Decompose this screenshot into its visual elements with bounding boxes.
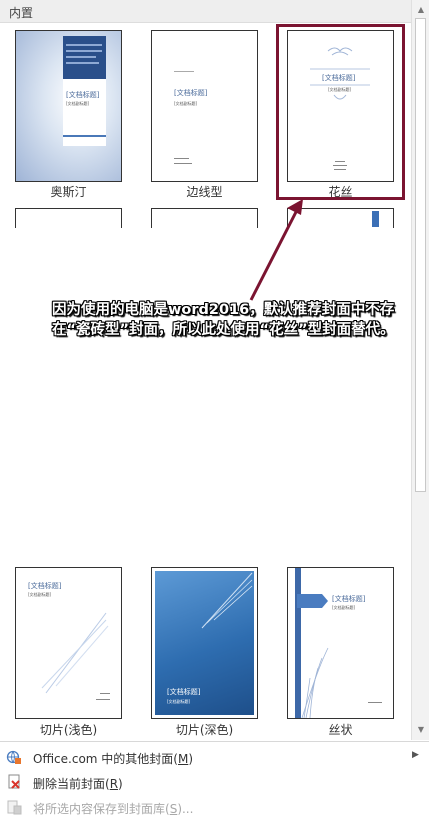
cover-caption-slice-dark: 切片(深色) (175, 723, 234, 737)
menu-item-save-to-gallery[interactable]: 将所选内容保存到封面库(S)... (0, 796, 429, 818)
menu-item-label: 将所选内容保存到封面库(S)... (33, 802, 194, 816)
cover-caption-austin: 奥斯汀 (50, 185, 87, 199)
cover-caption-sideline: 边线型 (186, 185, 223, 199)
vertical-scrollbar[interactable]: ▲ ▼ (411, 0, 429, 740)
cover-title-text: [文档标题] (167, 688, 201, 696)
annotation-note: 因为使用的电脑是word2016，默认推荐封面中不存在“瓷砖型”封面，所以此处使… (52, 302, 395, 338)
menu-item-label: Office.com 中的其他封面(M) (33, 752, 194, 766)
cover-title-text: [文档标题] (28, 582, 62, 590)
cover-thumb-slice-dark[interactable]: [文档标题] [文档副标题] (151, 567, 258, 719)
cover-subtitle-text: [文档副标题] (174, 101, 198, 106)
submenu-arrow-icon: ▶ (412, 750, 419, 760)
cover-caption-slice-light: 切片(浅色) (39, 723, 98, 737)
menu-item-delete-cover[interactable]: 删除当前封面(R) (0, 771, 429, 793)
scrollbar-thumb[interactable] (415, 18, 426, 492)
scroll-down-arrow-icon[interactable]: ▼ (412, 722, 429, 738)
cover-subtitle-text: [文档副标题] (332, 605, 356, 610)
cover-thumb-slice-light[interactable]: [文档标题] [文档副标题] (15, 567, 122, 719)
delete-page-icon (8, 774, 20, 789)
cover-title-text: [文档标题] (66, 91, 100, 99)
menu-item-more-covers-online[interactable]: Office.com 中的其他封面(M) ▶ (0, 746, 429, 768)
gallery-section-title: 内置 (9, 6, 34, 20)
cover-subtitle-text: [文档副标题] (28, 592, 52, 597)
menu-item-label: 删除当前封面(R) (33, 777, 123, 791)
cover-menu: Office.com 中的其他封面(M) ▶ 删除当前封面(R) 将所选内容保存… (0, 741, 429, 822)
cover-subtitle-text: [文档副标题] (167, 699, 191, 704)
cover-thumb-sideline[interactable]: [文档标题] [文档副标题] (151, 30, 258, 182)
office-globe-icon (6, 750, 21, 764)
cover-caption-wisp: 丝状 (328, 723, 353, 737)
cover-title-text: [文档标题] (174, 89, 208, 97)
gallery-header: 内置 (0, 0, 429, 23)
cover-title-text: [文档标题] (332, 595, 366, 603)
cover-thumb-row2-3[interactable] (287, 208, 394, 228)
cover-thumb-row2-1[interactable] (15, 208, 122, 228)
cover-thumb-wisp[interactable]: [文档标题] [文档副标题] (287, 567, 394, 719)
highlight-box (276, 24, 405, 200)
scroll-up-arrow-icon[interactable]: ▲ (412, 2, 429, 18)
save-selection-icon (7, 800, 22, 815)
cover-thumb-austin[interactable]: [文档标题] [文档副标题] (15, 30, 122, 182)
cover-subtitle-text: [文档副标题] (66, 101, 90, 106)
cover-thumb-row2-2[interactable] (151, 208, 258, 228)
